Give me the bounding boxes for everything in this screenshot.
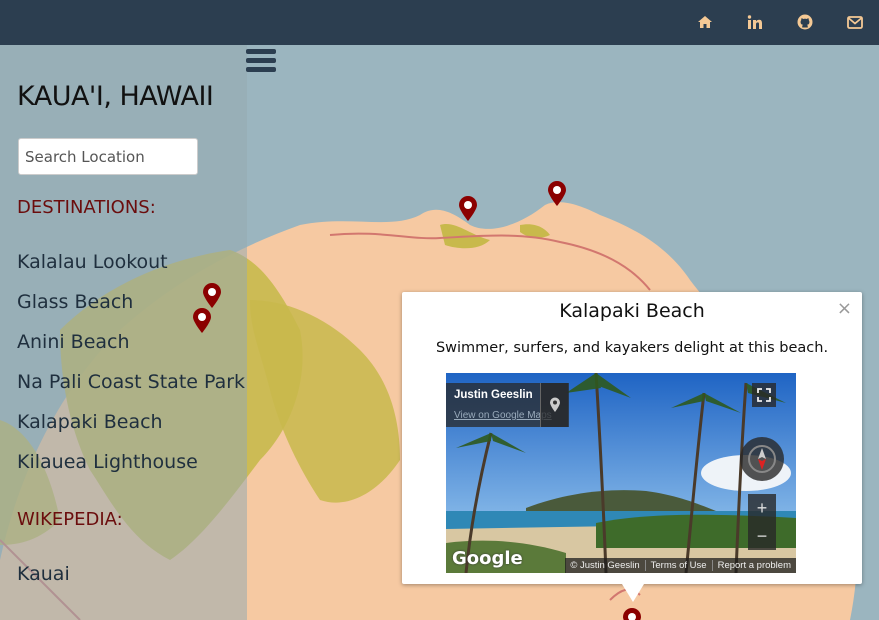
map-marker[interactable] — [547, 181, 567, 207]
view-on-google-maps-link[interactable]: View on Google Maps — [454, 410, 552, 421]
github-icon[interactable] — [793, 10, 817, 34]
fullscreen-icon[interactable] — [752, 383, 776, 407]
destination-item[interactable]: Kalalau Lookout — [17, 251, 168, 273]
map-marker[interactable] — [202, 283, 222, 309]
map-pin-icon[interactable] — [540, 383, 569, 427]
compass-icon[interactable] — [740, 437, 784, 481]
map-marker[interactable] — [622, 608, 642, 620]
map-marker[interactable] — [458, 196, 478, 222]
street-view-footer: © Justin Geeslin Terms of Use Report a p… — [565, 558, 796, 573]
zoom-in-button[interactable]: + — [748, 494, 776, 522]
linkedin-icon[interactable] — [743, 10, 767, 34]
info-window-pointer — [622, 584, 644, 602]
report-problem-link[interactable]: Report a problem — [713, 560, 796, 571]
destination-item[interactable]: Anini Beach — [17, 331, 130, 353]
destination-item[interactable]: Kilauea Lighthouse — [17, 451, 198, 473]
destination-item[interactable]: Glass Beach — [17, 291, 133, 313]
home-icon[interactable] — [693, 10, 717, 34]
destinations-heading: DESTINATIONS: — [17, 197, 156, 218]
zoom-out-button[interactable]: − — [748, 522, 776, 550]
page-title: KAUA'I, HAWAII — [17, 81, 214, 112]
menu-toggle-hamburger-icon[interactable] — [246, 49, 276, 75]
map-marker[interactable] — [192, 308, 212, 334]
photo-author: Justin Geeslin — [454, 389, 533, 401]
destination-item[interactable]: Na Pali Coast State Park — [17, 371, 245, 393]
envelope-icon[interactable] — [843, 10, 867, 34]
top-navbar — [0, 0, 879, 45]
wikipedia-link[interactable]: Kauai — [17, 563, 70, 585]
search-location-input[interactable] — [18, 138, 198, 175]
copyright-text: © Justin Geeslin — [565, 560, 646, 571]
street-view-panorama[interactable]: Justin Geeslin View on Google Maps + − G… — [446, 373, 796, 573]
destination-item[interactable]: Kalapaki Beach — [17, 411, 163, 433]
info-window-description: Swimmer, surfers, and kayakers delight a… — [435, 340, 829, 356]
map-info-window: × Kalapaki Beach Swimmer, surfers, and k… — [402, 292, 862, 602]
google-logo: Google — [452, 548, 523, 569]
info-window-title: Kalapaki Beach — [559, 300, 705, 322]
wikipedia-heading: WIKEPEDIA: — [17, 509, 123, 530]
terms-of-use-link[interactable]: Terms of Use — [646, 560, 713, 571]
